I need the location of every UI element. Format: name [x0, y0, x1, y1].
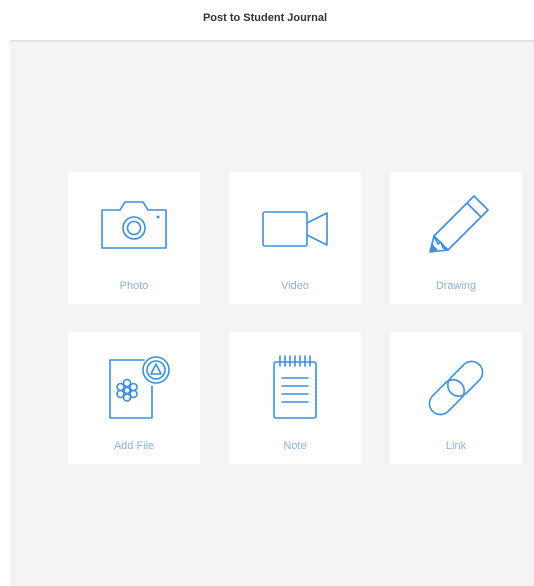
notepad-icon	[273, 355, 317, 419]
add-file-label: Add File	[113, 440, 155, 452]
post-options-panel: Photo Video Drawing Add File Note Link	[10, 40, 534, 586]
photo-tile[interactable]: Photo	[68, 172, 200, 304]
video-tile[interactable]: Video	[229, 172, 361, 304]
note-tile[interactable]: Note	[229, 332, 361, 464]
link-tile[interactable]: Link	[390, 332, 522, 464]
video-camera-icon	[262, 211, 328, 247]
drawing-label: Drawing	[435, 280, 477, 292]
note-label: Note	[283, 440, 307, 452]
page-title: Post to Student Journal	[202, 12, 328, 24]
link-label: Link	[445, 440, 467, 452]
link-icon	[428, 360, 484, 416]
photo-label: Photo	[119, 280, 149, 292]
header-bar: Post to Student Journal	[0, 0, 534, 40]
drawing-tile[interactable]: Drawing	[390, 172, 522, 304]
camera-icon	[101, 201, 167, 249]
flower-icon	[116, 378, 138, 402]
add-file-icon	[109, 356, 170, 419]
video-label: Video	[281, 280, 309, 292]
add-file-tile[interactable]: Add File	[68, 332, 200, 464]
pencil-icon	[429, 195, 489, 253]
